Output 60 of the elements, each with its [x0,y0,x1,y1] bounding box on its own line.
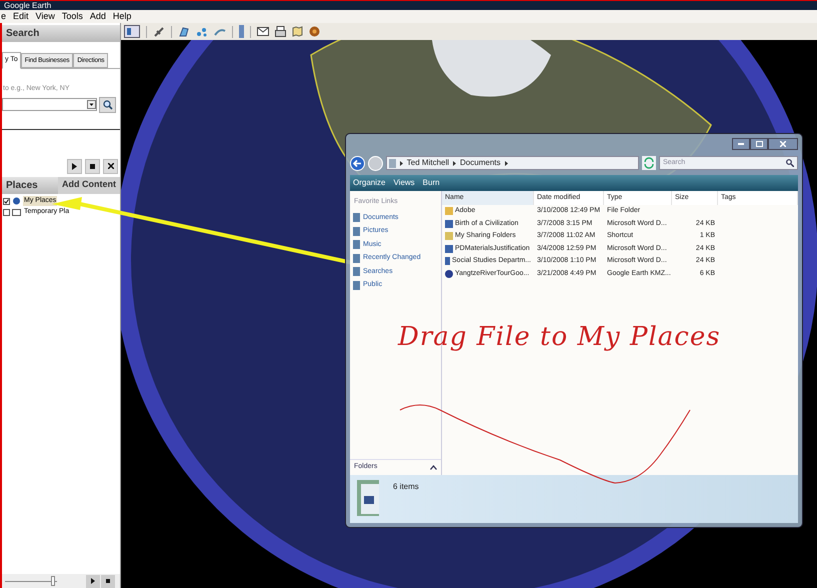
menu-item[interactable]: Tools [62,10,83,24]
stop-icon [106,579,110,583]
places-title: Places [6,178,38,192]
minimize-icon [738,143,744,145]
address-bar[interactable]: Ted Mitchell Documents [386,156,640,170]
play-icon [72,162,77,170]
search-icon [786,159,794,167]
chevron-icon [400,160,403,166]
refresh-icon[interactable] [642,156,656,170]
map-icon[interactable] [292,26,303,37]
checkbox[interactable] [3,208,10,216]
add-content-button[interactable]: Add Content [58,176,120,194]
stop-icon [90,164,95,168]
maximize-button[interactable] [750,138,768,150]
search-button[interactable] [99,96,116,112]
play-button[interactable] [86,574,100,588]
polygon-icon[interactable] [178,26,190,38]
sidebar-toggle-icon[interactable] [124,25,140,38]
menu-item[interactable]: View [36,10,55,24]
checkbox[interactable] [3,198,10,204]
satellite-icon[interactable] [153,26,165,38]
item-count: 6 items [393,481,419,493]
back-arrow-icon[interactable] [350,156,365,170]
breadcrumb-item[interactable]: Ted Mitchell [406,157,450,169]
window-title: Google Earth [3,1,52,10]
toolbar-button[interactable]: Views [393,177,415,189]
handwritten-annotation: Drag File to My Places [398,321,721,354]
close-icon [780,141,786,147]
stop-button[interactable] [85,158,100,174]
minimize-button[interactable] [732,138,750,150]
envelope-icon[interactable] [257,27,269,36]
maximize-icon [756,141,762,147]
dots-icon[interactable] [196,26,208,38]
search-icon [102,100,112,110]
stop-button[interactable] [101,574,115,588]
slider-thumb[interactable] [50,576,55,586]
planet-icon[interactable] [309,26,320,37]
menu-item[interactable]: e [1,10,6,24]
forward-arrow-icon[interactable] [368,156,383,170]
collapse-caret-icon[interactable] [430,465,437,470]
folder-icon [388,158,396,168]
chevron-icon [453,160,456,166]
panel-header: Search [2,25,120,42]
menu-item[interactable]: Help [112,10,132,24]
close-icon [108,163,114,169]
folder-icon [445,207,453,216]
globe-icon [12,197,21,205]
close-button[interactable] [768,138,798,150]
chevron-icon [504,160,508,166]
location-field[interactable] [2,98,97,111]
close-button[interactable] [103,158,118,174]
toolbar-button[interactable]: Organize [353,177,386,189]
folder-icon [12,208,21,216]
play-button[interactable] [67,158,82,174]
menu-item[interactable]: Add [90,10,106,24]
toolbar-button[interactable]: Burn [422,177,440,189]
breadcrumb-item[interactable]: Documents [460,157,500,169]
printer-icon[interactable] [275,26,286,37]
menu-item[interactable]: Edit [13,10,29,24]
play-icon [91,578,95,584]
